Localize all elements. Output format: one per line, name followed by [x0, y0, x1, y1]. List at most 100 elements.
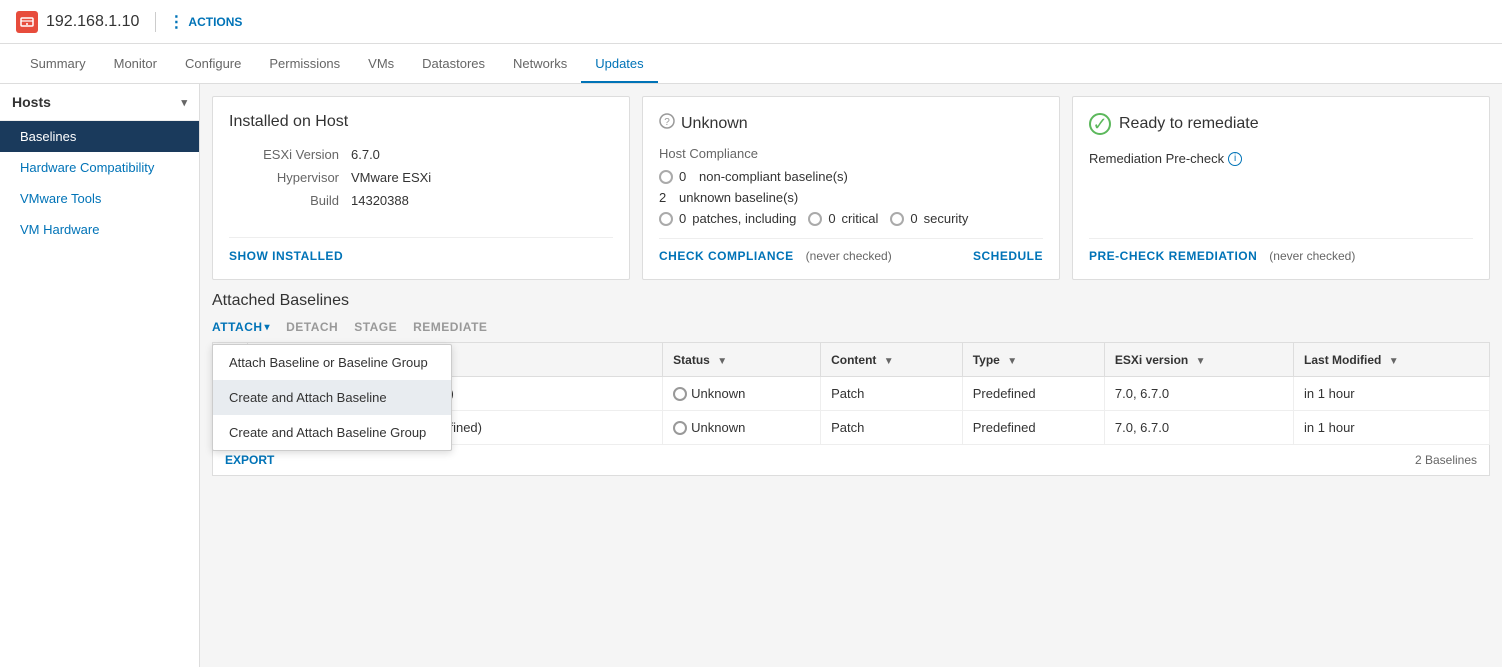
- tab-networks[interactable]: Networks: [499, 46, 581, 83]
- content-area: Installed on Host ESXi Version 6.7.0 Hyp…: [200, 84, 1502, 667]
- build-value: 14320388: [351, 193, 409, 208]
- type-filter-icon[interactable]: ▼: [1007, 356, 1017, 367]
- remediate-button[interactable]: REMEDIATE: [413, 320, 487, 334]
- sidebar-item-baselines[interactable]: Baselines: [0, 121, 199, 152]
- check-compliance-button[interactable]: CHECK COMPLIANCE: [659, 249, 794, 263]
- installed-card-title: Installed on Host: [229, 113, 613, 131]
- col-status[interactable]: Status ▼: [663, 343, 821, 377]
- actions-label: ACTIONS: [188, 15, 242, 29]
- esxi-version-filter-icon[interactable]: ▼: [1196, 356, 1206, 367]
- esxi-version-label: ESXi Version: [229, 147, 339, 162]
- critical-circle-icon: [808, 212, 822, 226]
- col-content[interactable]: Content ▼: [821, 343, 963, 377]
- row2-status: Unknown: [663, 411, 821, 445]
- last-modified-filter-icon[interactable]: ▼: [1389, 356, 1399, 367]
- unknown-count-row: 2 unknown baseline(s): [659, 190, 1043, 205]
- col-last-modified[interactable]: Last Modified ▼: [1294, 343, 1490, 377]
- host-info-table: ESXi Version 6.7.0 Hypervisor VMware ESX…: [229, 147, 613, 208]
- actions-dots-icon: ⋮: [168, 12, 184, 32]
- main-layout: Hosts ▾ Baselines Hardware Compatibility…: [0, 84, 1502, 667]
- sidebar-item-hardware-compatibility[interactable]: Hardware Compatibility: [0, 152, 199, 183]
- patches-circle-icon: [659, 212, 673, 226]
- esxi-version-value: 6.7.0: [351, 147, 380, 162]
- baselines-section: Attached Baselines ATTACH ▾ DETACH STAGE…: [212, 292, 1490, 476]
- ready-header: ✓ Ready to remediate: [1089, 113, 1473, 135]
- non-compliant-circle-icon: [659, 170, 673, 184]
- check-compliance-area: CHECK COMPLIANCE (never checked): [659, 249, 892, 263]
- baselines-section-title: Attached Baselines: [212, 292, 1490, 310]
- hypervisor-label: Hypervisor: [229, 170, 339, 185]
- host-ip: 192.168.1.10: [46, 13, 139, 31]
- critical-label: critical: [842, 211, 879, 226]
- unknown-count: 2: [659, 190, 673, 205]
- tab-monitor[interactable]: Monitor: [100, 46, 171, 83]
- status-filter-icon[interactable]: ▼: [717, 356, 727, 367]
- schedule-button[interactable]: SCHEDULE: [973, 249, 1043, 263]
- chevron-down-icon: ▾: [181, 96, 187, 109]
- header-divider: [155, 12, 156, 32]
- show-installed-button[interactable]: SHOW INSTALLED: [229, 249, 343, 263]
- create-and-attach-baseline-item[interactable]: Create and Attach Baseline: [213, 380, 451, 415]
- attach-baseline-or-group-item[interactable]: Attach Baseline or Baseline Group: [213, 345, 451, 380]
- unknown-card: ? Unknown Host Compliance 0 non-complian…: [642, 96, 1060, 280]
- unknown-card-footer: CHECK COMPLIANCE (never checked) SCHEDUL…: [659, 238, 1043, 263]
- tab-summary[interactable]: Summary: [16, 46, 100, 83]
- row2-type: Predefined: [962, 411, 1104, 445]
- col-content-label: Content: [831, 353, 876, 367]
- remediate-card: ✓ Ready to remediate Remediation Pre-che…: [1072, 96, 1490, 280]
- attach-chevron-icon: ▾: [265, 322, 271, 333]
- build-label: Build: [229, 193, 339, 208]
- non-compliant-count: 0: [679, 169, 693, 184]
- col-last-modified-label: Last Modified: [1304, 353, 1381, 367]
- remediation-label-text: Remediation Pre-check: [1089, 151, 1224, 166]
- attach-dropdown: Attach Baseline or Baseline Group Create…: [212, 344, 452, 451]
- sidebar-section-hosts[interactable]: Hosts ▾: [0, 84, 199, 121]
- hypervisor-value: VMware ESXi: [351, 170, 431, 185]
- row2-status-badge: Unknown: [673, 420, 810, 435]
- pre-check-remediation-button[interactable]: PRE-CHECK REMEDIATION: [1089, 249, 1257, 263]
- non-compliant-row: 0 non-compliant baseline(s): [659, 169, 1043, 184]
- row1-esxi-version: 7.0, 6.7.0: [1104, 377, 1293, 411]
- col-esxi-version[interactable]: ESXi version ▼: [1104, 343, 1293, 377]
- svg-text:?: ?: [664, 117, 670, 128]
- sidebar: Hosts ▾ Baselines Hardware Compatibility…: [0, 84, 200, 667]
- row1-status-badge: Unknown: [673, 386, 810, 401]
- installed-card-body: ESXi Version 6.7.0 Hypervisor VMware ESX…: [229, 147, 613, 225]
- tab-vms[interactable]: VMs: [354, 46, 408, 83]
- tab-updates[interactable]: Updates: [581, 46, 657, 83]
- export-button[interactable]: EXPORT: [225, 453, 274, 467]
- non-compliant-label: non-compliant baseline(s): [699, 169, 848, 184]
- row2-esxi-version: 7.0, 6.7.0: [1104, 411, 1293, 445]
- row1-type: Predefined: [962, 377, 1104, 411]
- info-icon[interactable]: i: [1228, 152, 1242, 166]
- stage-button[interactable]: STAGE: [354, 320, 397, 334]
- baselines-toolbar: ATTACH ▾ DETACH STAGE REMEDIATE Attach B…: [212, 320, 1490, 334]
- attach-button[interactable]: ATTACH ▾: [212, 320, 270, 334]
- actions-button[interactable]: ⋮ ACTIONS: [168, 12, 242, 32]
- remediate-card-title: Ready to remediate: [1119, 115, 1259, 133]
- col-type[interactable]: Type ▼: [962, 343, 1104, 377]
- tab-permissions[interactable]: Permissions: [255, 46, 354, 83]
- check-circle-icon: ✓: [1089, 113, 1111, 135]
- row2-status-circle-icon: [673, 421, 687, 435]
- critical-count: 0: [828, 211, 835, 226]
- patches-count: 0: [679, 211, 686, 226]
- header: 192.168.1.10 ⋮ ACTIONS: [0, 0, 1502, 44]
- sidebar-item-vmware-tools[interactable]: VMware Tools: [0, 183, 199, 214]
- patches-label: patches, including: [692, 211, 796, 226]
- create-and-attach-baseline-group-item[interactable]: Create and Attach Baseline Group: [213, 415, 451, 450]
- compliance-label: Host Compliance: [659, 146, 1043, 161]
- tab-datastores[interactable]: Datastores: [408, 46, 499, 83]
- unknown-header: ? Unknown: [659, 113, 1043, 134]
- tab-configure[interactable]: Configure: [171, 46, 255, 83]
- nav-tabs: Summary Monitor Configure Permissions VM…: [0, 44, 1502, 84]
- host-icon: [16, 11, 38, 33]
- detach-button[interactable]: DETACH: [286, 320, 338, 334]
- remediate-never-checked: (never checked): [1269, 249, 1355, 263]
- row2-content: Patch: [821, 411, 963, 445]
- content-filter-icon[interactable]: ▼: [884, 356, 894, 367]
- sidebar-item-vm-hardware[interactable]: VM Hardware: [0, 214, 199, 245]
- security-count: 0: [910, 211, 917, 226]
- esxi-version-row: ESXi Version 6.7.0: [229, 147, 613, 162]
- pre-check-area: PRE-CHECK REMEDIATION (never checked): [1089, 249, 1355, 263]
